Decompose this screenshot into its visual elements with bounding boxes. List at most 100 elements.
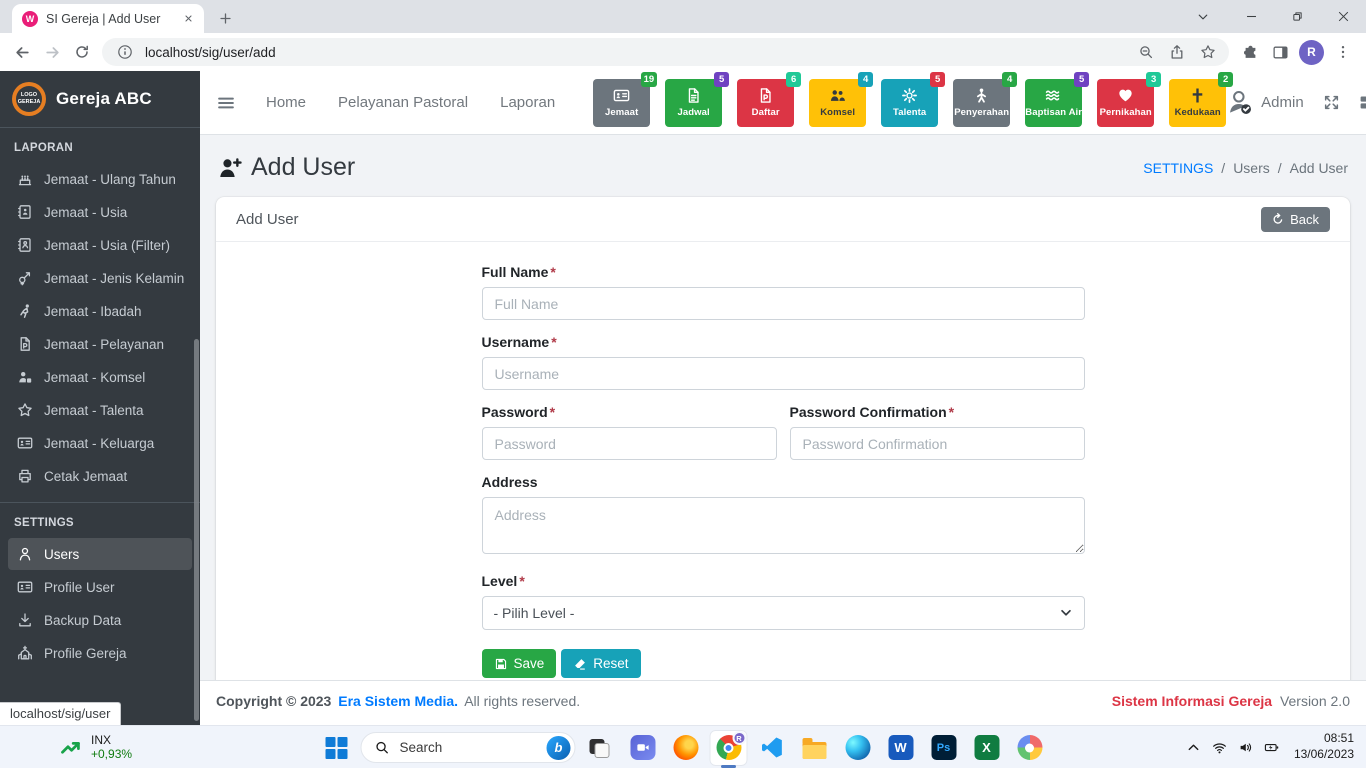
tab-search-icon[interactable] [1188,0,1218,33]
wifi-icon[interactable] [1212,740,1227,755]
bookmark-star-icon[interactable] [1197,41,1219,63]
sidebar-item-jemaat-jenis-kelamin[interactable]: Jemaat - Jenis Kelamin [8,262,192,294]
new-tab-button[interactable] [212,5,238,31]
sidebar-item-jemaat-usia[interactable]: Jemaat - Usia [8,196,192,228]
save-disk-icon [495,658,506,669]
system-tray: 08:51 13/06/2023 [1186,731,1354,762]
extensions-puzzle-icon[interactable] [1239,41,1261,63]
breadcrumb-users[interactable]: Users [1233,160,1270,176]
save-button[interactable]: Save [481,649,557,678]
sidebar-item-jemaat-ulang-tahun[interactable]: Jemaat - Ulang Tahun [8,163,192,195]
sidebar-item-jemaat-usia-filter[interactable]: Jemaat - Usia (Filter) [8,229,192,261]
tile-badge: 4 [858,71,874,87]
browser-profile-avatar[interactable]: R [1299,39,1324,65]
sidebar-item-cetak-jemaat[interactable]: Cetak Jemaat [8,460,192,492]
brand-name: Gereja ABC [56,89,152,108]
chat-icon [630,735,655,760]
minimize-button[interactable] [1228,0,1274,33]
firefox-button[interactable] [667,730,705,766]
favicon-icon: W [22,10,38,27]
battery-charging-icon[interactable] [1264,740,1279,755]
tile-label: Penyerahan [954,107,1010,118]
sidebar-item-jemaat-pelayanan[interactable]: Jemaat - Pelayanan [8,328,192,360]
breadcrumb: SETTINGS / Users / Add User [1143,160,1348,176]
stock-symbol: INX [91,732,112,747]
url-text[interactable]: localhost/sig/user/add [145,45,1126,60]
sidebar-item-label: Jemaat - Keluarga [44,435,155,451]
back-icon[interactable] [8,38,36,66]
sidebar-item-users[interactable]: Users [8,538,192,570]
sidebar-item-jemaat-komsel[interactable]: Jemaat - Komsel [8,361,192,393]
password-confirmation-field[interactable] [789,427,1085,460]
password-field[interactable] [481,427,777,460]
user-menu[interactable]: Admin [1226,89,1304,116]
breadcrumb-settings[interactable]: SETTINGS [1143,160,1213,176]
nav-tile-daftar[interactable]: Daftar 6 [737,71,802,127]
apps-grid-icon[interactable] [1359,94,1366,111]
file-p-icon [20,337,30,351]
side-panel-icon[interactable] [1269,41,1291,63]
sidebar-section-title-laporan: LAPORAN [14,142,73,154]
word-button[interactable]: W [882,730,920,766]
level-select[interactable]: - Pilih Level - [481,596,1085,630]
vscode-button[interactable] [753,730,791,766]
stock-widget[interactable]: INX +0,93% [60,733,132,762]
browser-menu-icon[interactable] [1332,41,1354,63]
brand[interactable]: LOGO GEREJA Gereja ABC [0,71,200,128]
back-button[interactable]: Back [1261,206,1330,232]
volume-icon[interactable] [1238,740,1253,755]
word-icon: W [888,735,913,760]
sidebar-item-profile-user[interactable]: Profile User [8,571,192,603]
forward-icon[interactable] [38,38,66,66]
sidebar-item-jemaat-keluarga[interactable]: Jemaat - Keluarga [8,427,192,459]
tile-label: Daftar [751,107,780,118]
sidebar-item-jemaat-ibadah[interactable]: Jemaat - Ibadah [8,295,192,327]
task-view-button[interactable] [581,730,619,766]
restore-button[interactable] [1274,0,1320,33]
share-icon[interactable] [1166,41,1188,63]
nav-tile-kedukaan[interactable]: Kedukaan 2 [1169,71,1234,127]
nav-link-home[interactable]: Home [266,94,306,111]
nav-tile-pernikahan[interactable]: Pernikahan 3 [1097,71,1162,127]
vscode-icon [761,737,782,758]
sidebar-scrollbar[interactable] [194,339,199,721]
zoom-icon[interactable] [1135,41,1157,63]
start-button[interactable] [318,730,356,766]
tab-close-icon[interactable] [180,11,196,27]
excel-button[interactable]: X [968,730,1006,766]
sidebar-item-backup-data[interactable]: Backup Data [8,604,192,636]
footer-company-link[interactable]: Era Sistem Media. [338,693,458,709]
sidebar-item-jemaat-talenta[interactable]: Jemaat - Talenta [8,394,192,426]
taskbar-search[interactable]: Search b [360,732,576,763]
card-title: Add User [236,210,299,228]
nav-link-laporan[interactable]: Laporan [500,94,555,111]
username-field[interactable] [481,357,1085,390]
nav-tile-komsel[interactable]: Komsel 4 [809,71,874,127]
teams-chat-button[interactable] [624,730,662,766]
nav-tile-jadwal[interactable]: Jadwal 5 [665,71,730,127]
hamburger-icon[interactable] [216,90,236,116]
page-title-text: Add User [251,153,356,181]
nav-tile-baptisan-air[interactable]: Baptisan Air 5 [1025,71,1090,127]
reset-button[interactable]: Reset [561,649,641,678]
nav-tile-penyerahan[interactable]: Penyerahan 4 [953,71,1018,127]
close-button[interactable] [1320,0,1366,33]
reload-icon[interactable] [68,38,96,66]
full-name-field[interactable] [481,287,1085,320]
fullscreen-icon[interactable] [1323,94,1340,111]
nav-tile-jemaat[interactable]: Jemaat 19 [593,71,658,127]
nav-link-pelayanan-pastoral[interactable]: Pelayanan Pastoral [338,94,468,111]
chrome-button[interactable]: R [709,729,748,766]
browser-tab[interactable]: W SI Gereja | Add User [12,4,204,33]
edge-button[interactable] [839,730,877,766]
tray-chevron-up-icon[interactable] [1186,740,1201,755]
address-bar[interactable]: localhost/sig/user/add [102,38,1229,66]
address-field[interactable] [481,497,1085,554]
nav-tile-talenta[interactable]: Talenta 5 [881,71,946,127]
paint-button[interactable] [1011,730,1049,766]
file-explorer-button[interactable] [796,730,834,766]
site-info-icon[interactable] [114,41,136,63]
sidebar-item-profile-gereja[interactable]: Profile Gereja [8,637,192,669]
photoshop-button[interactable]: Ps [925,730,963,766]
taskbar-clock[interactable]: 08:51 13/06/2023 [1294,731,1354,762]
